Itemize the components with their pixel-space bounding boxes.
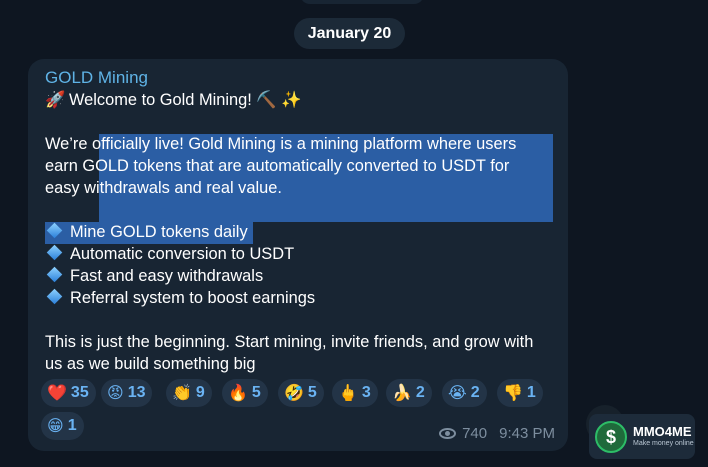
intro-line: easy withdrawals and real value. — [45, 179, 282, 197]
closing-line: us as we build something big — [45, 355, 256, 373]
blue-diamond-icon — [46, 288, 63, 305]
reaction-middle-finger[interactable]: 🖕 3 — [332, 379, 378, 407]
watermark-logo: $ MMO4ME Make money online — [589, 414, 695, 459]
intro-line: earn GOLD tokens that are automatically … — [45, 157, 510, 175]
message-bubble[interactable]: GOLD Mining 🚀 Welcome to Gold Mining! ⛏️ … — [28, 59, 568, 451]
view-count: 740 — [462, 425, 488, 442]
reaction-thumbs-down[interactable]: 👎 1 — [497, 379, 543, 407]
welcome-line: 🚀 Welcome to Gold Mining! ⛏️ ✨ — [45, 91, 302, 109]
eye-icon — [439, 428, 457, 439]
feature-item: Fast and easy withdrawals — [45, 265, 563, 287]
watermark-subtitle: Make money online — [633, 440, 694, 447]
blue-diamond-icon — [46, 222, 63, 239]
feature-item: Mine GOLD tokens daily — [45, 221, 563, 243]
reaction-fire[interactable]: 🔥 5 — [222, 379, 268, 407]
message-meta: 740 9:43 PM — [439, 425, 555, 442]
watermark-title: MMO4ME — [633, 424, 692, 439]
reaction-heart[interactable]: ❤️ 35 — [41, 379, 96, 407]
sender-name[interactable]: GOLD Mining — [45, 68, 148, 88]
reaction-angry[interactable]: 😡 13 — [101, 379, 153, 407]
message-text[interactable]: 🚀 Welcome to Gold Mining! ⛏️ ✨ We’re offi… — [45, 89, 563, 375]
feature-item: Referral system to boost earnings — [45, 287, 563, 309]
reaction-rofl[interactable]: 🤣 5 — [278, 379, 324, 407]
blue-diamond-icon — [46, 266, 63, 283]
message-time: 9:43 PM — [499, 425, 555, 442]
reaction-clap[interactable]: 👏 9 — [166, 379, 212, 407]
previous-message-edge — [300, 0, 424, 4]
date-separator: January 20 — [294, 18, 405, 49]
blue-diamond-icon — [46, 244, 63, 261]
intro-line: We’re officially live! Gold Mining is a … — [45, 135, 517, 153]
reaction-banana[interactable]: 🍌 2 — [386, 379, 432, 407]
feature-item: Automatic conversion to USDT — [45, 243, 563, 265]
coin-icon: $ — [595, 420, 627, 453]
rocket-icon: 🚀 — [45, 91, 66, 109]
reaction-grin[interactable]: 😁 1 — [41, 412, 84, 440]
reaction-crying[interactable]: 😭 2 — [442, 379, 487, 407]
closing-line: This is just the beginning. Start mining… — [45, 333, 534, 351]
